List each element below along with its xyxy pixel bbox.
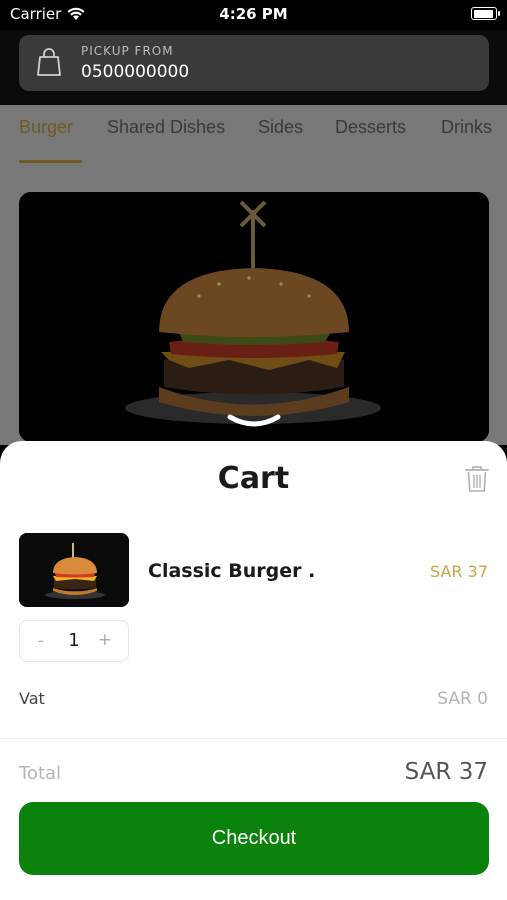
tab-desserts[interactable]: Desserts <box>335 117 406 138</box>
tab-burger[interactable]: Burger <box>19 117 73 138</box>
total-value: SAR 37 <box>404 759 488 785</box>
vat-value: SAR 0 <box>437 689 488 709</box>
total-label: Total <box>19 763 62 784</box>
tab-drinks[interactable]: Drinks <box>441 117 492 138</box>
increase-quantity-button[interactable]: + <box>98 630 112 650</box>
trash-icon[interactable] <box>465 465 489 493</box>
vat-label: Vat <box>19 689 45 708</box>
pickup-label: PICKUP FROM <box>81 44 174 58</box>
battery-icon <box>471 7 500 20</box>
cart-item-thumbnail <box>19 533 129 607</box>
status-bar: Carrier 4:26 PM <box>0 0 507 30</box>
divider <box>0 738 507 739</box>
quantity-stepper: - 1 + <box>19 620 129 662</box>
tab-sides[interactable]: Sides <box>258 117 303 138</box>
burger-hero-image <box>19 192 489 442</box>
menu-area: Burger Shared Dishes Sides Desserts Drin… <box>0 105 507 445</box>
pickup-selector[interactable]: PICKUP FROM 0500000000 <box>19 35 489 91</box>
category-tabs: Burger Shared Dishes Sides Desserts Drin… <box>0 105 507 165</box>
cart-sheet: Cart Classic Burger . SAR 37 - 1 + Vat S… <box>0 441 507 900</box>
cart-title: Cart <box>217 461 290 496</box>
active-tab-indicator <box>19 160 82 163</box>
header: PICKUP FROM 0500000000 <box>0 30 507 105</box>
checkout-button[interactable]: Checkout <box>19 802 489 875</box>
chevron-down-icon[interactable] <box>226 413 282 429</box>
tab-shared-dishes[interactable]: Shared Dishes <box>107 117 225 138</box>
cart-item-price: SAR 37 <box>430 562 488 581</box>
cart-item-name: Classic Burger . <box>148 560 316 582</box>
status-time: 4:26 PM <box>219 5 288 23</box>
shopping-bag-icon <box>37 48 61 76</box>
pickup-phone: 0500000000 <box>81 62 190 82</box>
